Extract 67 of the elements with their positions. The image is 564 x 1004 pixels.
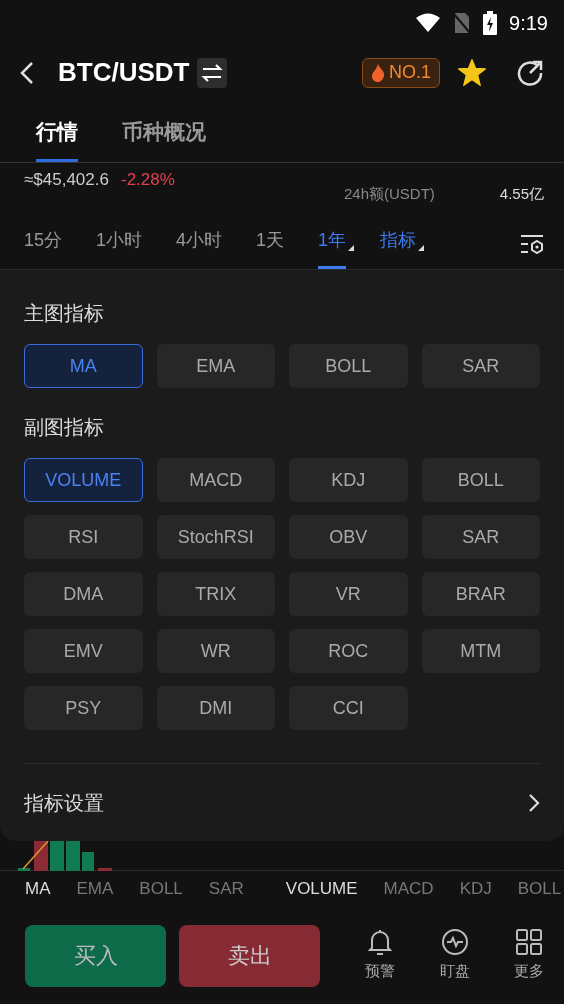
indicator-option[interactable]: VR	[289, 572, 408, 616]
indicator-strip-item[interactable]: MACD	[370, 876, 447, 902]
timeframe-tab[interactable]: 4小时	[176, 227, 223, 269]
back-icon[interactable]	[20, 60, 34, 85]
indicator-option[interactable]: DMI	[156, 686, 275, 730]
battery-charging-icon	[483, 10, 498, 35]
indicator-option[interactable]: VOLUME	[24, 458, 143, 502]
no-sim-icon	[453, 11, 472, 34]
indicator-option[interactable]: OBV	[289, 515, 408, 559]
wifi-icon	[415, 12, 442, 33]
grid-icon	[515, 928, 543, 957]
timeframe-tab[interactable]: 1天	[256, 227, 285, 269]
indicator-option[interactable]: MACD	[156, 458, 275, 502]
action-button[interactable]: 预警	[365, 928, 395, 983]
chart-settings-icon[interactable]	[520, 234, 544, 254]
indicator-strip-item[interactable]: EMA	[63, 876, 127, 902]
indicator-option[interactable]: MTM	[421, 629, 540, 673]
sell-button[interactable]: 卖出	[179, 924, 320, 987]
indicator-option[interactable]: SAR	[421, 515, 540, 559]
timeframe-tab[interactable]: 1小时	[96, 227, 143, 269]
status-time: 9:19	[509, 10, 548, 36]
indicator-option[interactable]: SAR	[421, 344, 540, 388]
indicator-option[interactable]: CCI	[289, 686, 408, 730]
pulse-icon	[440, 928, 469, 957]
indicator-strip-item[interactable]: SAR	[195, 876, 257, 902]
dropdown-triangle-icon	[418, 245, 425, 251]
action-button[interactable]: 更多	[514, 928, 544, 983]
section-title: 副图指标	[24, 415, 105, 440]
star-icon[interactable]	[458, 59, 486, 86]
change-text: -2.28%	[120, 169, 175, 191]
indicator-strip-item[interactable]: KDJ	[446, 876, 505, 902]
indicator-option[interactable]: TRIX	[156, 572, 275, 616]
timeframe-tab[interactable]: 15分	[24, 227, 63, 269]
rank-badge[interactable]: NO.1	[362, 57, 440, 88]
indicator-option[interactable]: ROC	[289, 629, 408, 673]
tab[interactable]: 币种概况	[122, 115, 206, 162]
indicator-option[interactable]: WR	[156, 629, 275, 673]
indicator-option[interactable]: PSY	[24, 686, 143, 730]
indicator-option[interactable]: KDJ	[289, 458, 408, 502]
indicator-settings-row[interactable]: 指标设置	[24, 763, 540, 841]
pair-title: BTC/USDT	[58, 56, 190, 89]
action-button[interactable]: 盯盘	[439, 928, 470, 983]
indicator-option[interactable]: DMA	[24, 572, 143, 616]
volume-label: 24h额(USDT)	[344, 183, 435, 204]
indicator-strip-item[interactable]: VOLUME	[272, 876, 371, 902]
indicator-option[interactable]: RSI	[24, 515, 143, 559]
volume-value: 4.55亿	[499, 183, 544, 204]
indicator-option[interactable]: BOLL	[421, 458, 540, 502]
buy-button[interactable]: 买入	[25, 924, 166, 987]
indicator-option[interactable]: EMA	[156, 344, 275, 388]
indicator-option[interactable]: BRAR	[421, 572, 540, 616]
share-icon[interactable]	[516, 58, 544, 87]
bell-icon	[366, 928, 394, 957]
indicator-option[interactable]: BOLL	[289, 344, 408, 388]
price-text: ≈$45,402.6	[24, 169, 109, 191]
indicator-option[interactable]: StochRSI	[156, 515, 275, 559]
indicator-menu-tab[interactable]: 指标	[380, 227, 417, 269]
section-title: 主图指标	[24, 301, 105, 326]
indicator-strip-item[interactable]: BOLL	[504, 876, 564, 902]
indicator-strip-item[interactable]: BOLL	[126, 876, 196, 902]
tab[interactable]: 行情	[36, 115, 78, 162]
chevron-right-icon	[528, 792, 540, 813]
flame-icon	[371, 63, 385, 82]
indicator-option[interactable]: EMV	[24, 629, 143, 673]
swap-icon[interactable]	[197, 57, 228, 88]
indicator-option[interactable]: MA	[24, 344, 143, 388]
indicator-strip-item[interactable]: MA	[12, 876, 64, 902]
